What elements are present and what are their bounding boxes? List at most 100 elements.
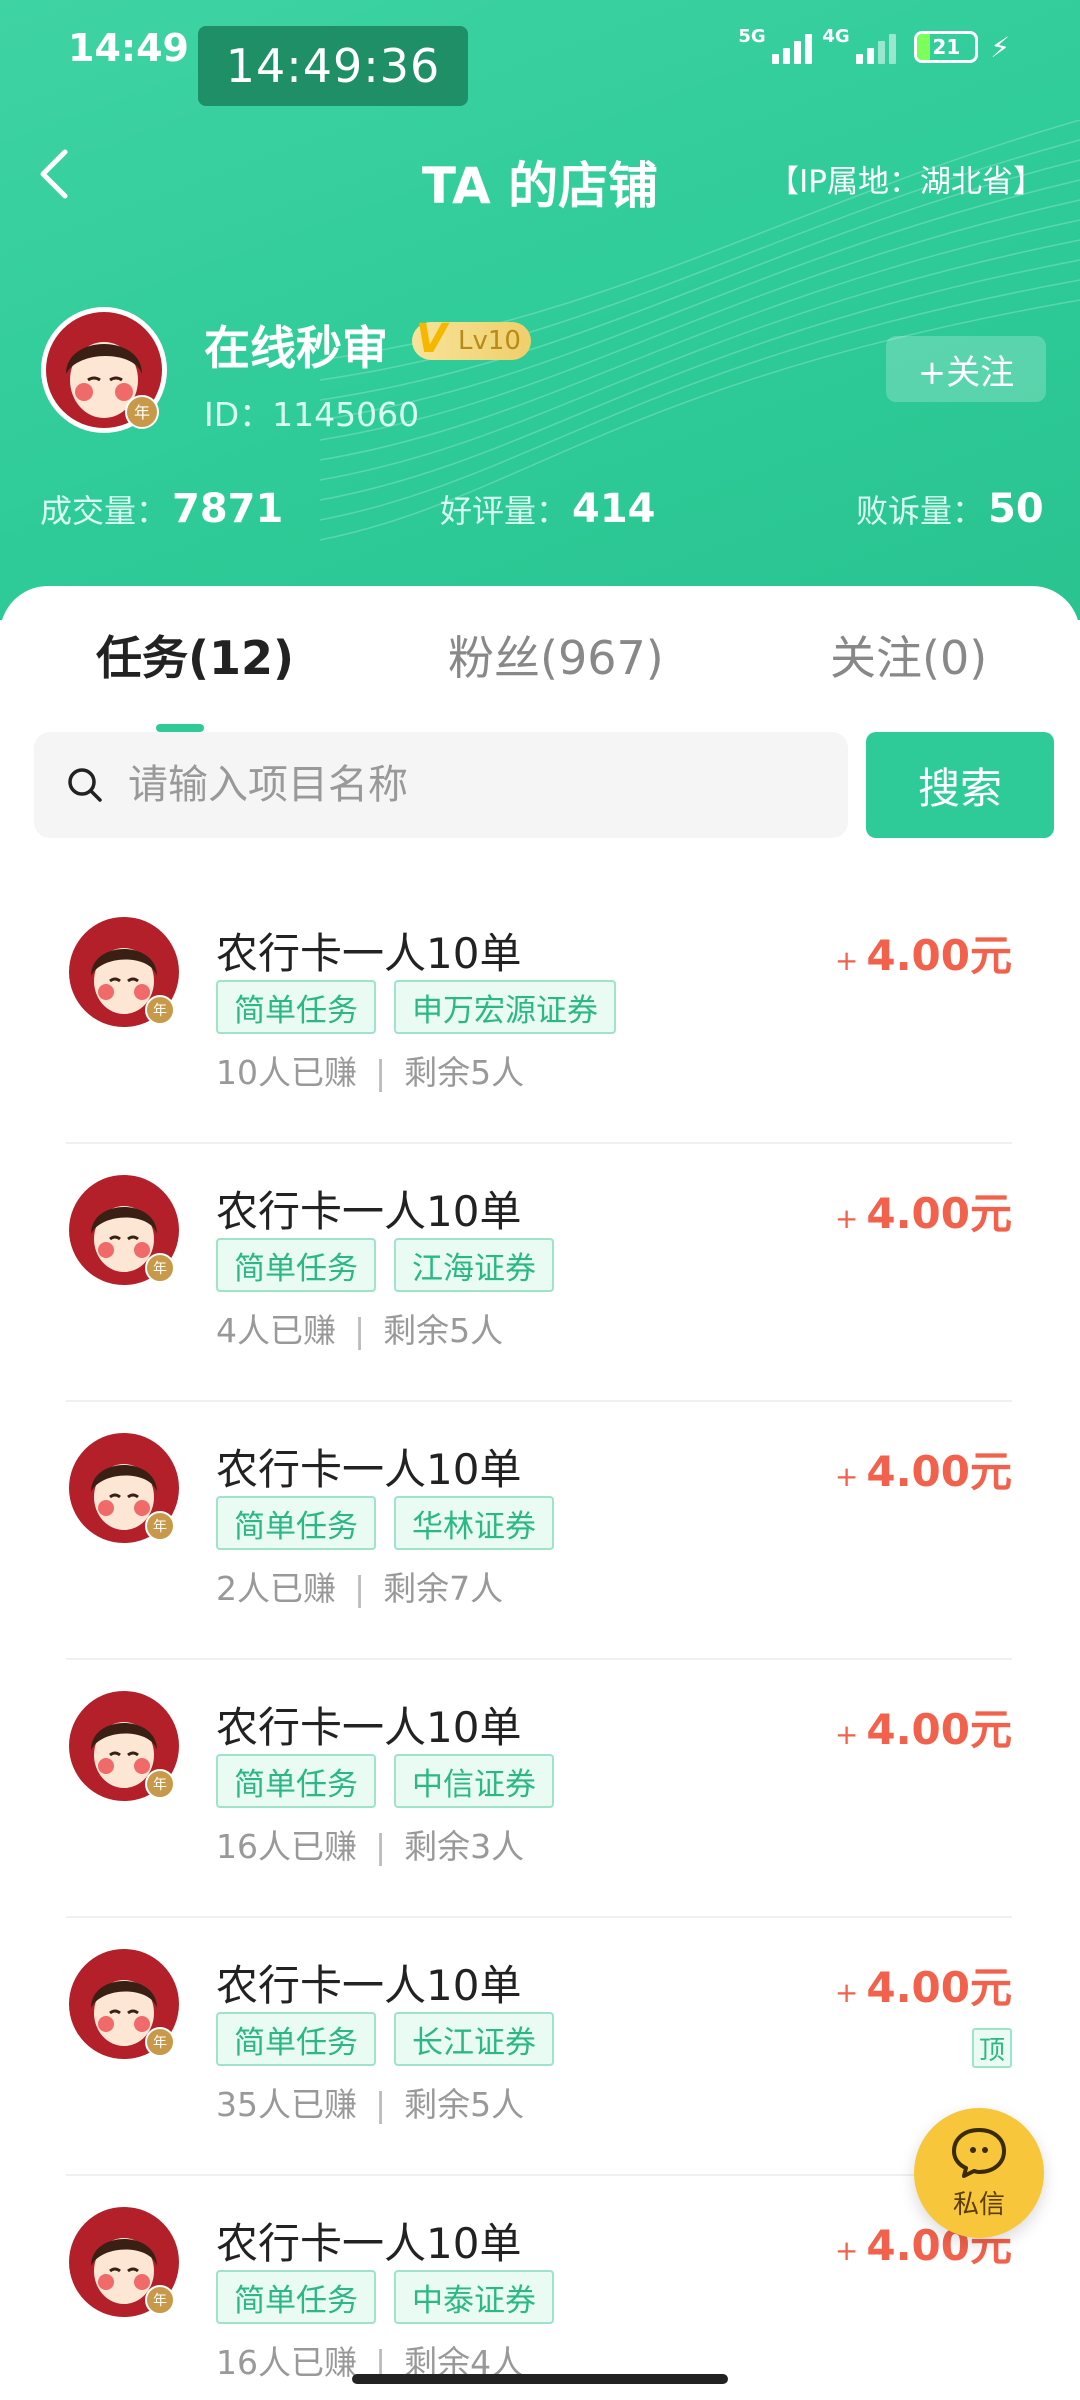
task-tag: 申万宏源证券	[394, 980, 616, 1034]
network-type-label: 4G	[822, 26, 850, 47]
follow-button[interactable]: +关注	[886, 336, 1046, 402]
task-title: 农行卡一人10单	[216, 1187, 522, 1236]
task-tag: 中泰证券	[394, 2270, 554, 2324]
task-tags: 简单任务 江海证券	[216, 1238, 554, 1292]
reward-amount: 4.00元	[866, 1705, 1012, 1754]
pinned-badge: 顶	[972, 2028, 1012, 2068]
task-meta: 10人已赚 | 剩余5人	[216, 1046, 524, 1094]
status-time: 14:49	[68, 26, 189, 70]
task-tag: 长江证券	[394, 2012, 554, 2066]
task-tags: 简单任务 中泰证券	[216, 2270, 554, 2324]
task-tag: 简单任务	[216, 2012, 376, 2066]
task-earned: 16人已赚	[216, 1827, 357, 1866]
task-earned: 2人已赚	[216, 1569, 336, 1608]
task-tags: 简单任务 中信证券	[216, 1754, 554, 1808]
meta-separator: |	[354, 1569, 366, 1608]
signal-5g-icon: 5G	[738, 26, 813, 64]
task-tag: 简单任务	[216, 1754, 376, 1808]
task-item[interactable]: 年 农行卡一人10单 简单任务 江海证券 4人已赚 | 剩余5人 +4.00元	[0, 1144, 1080, 1402]
battery-icon: 21	[914, 31, 979, 63]
reward-plus: +	[834, 2234, 859, 2267]
task-meta: 4人已赚 | 剩余5人	[216, 1304, 503, 1352]
avatar-badge-text: 年	[153, 1261, 167, 1277]
tab-following[interactable]: 关注(0)	[830, 622, 987, 688]
shop-header: 14:49 14:49:36 5G 4G 21 ⚡ TA 的店铺 【IP属地：湖…	[0, 0, 1080, 620]
task-tag: 江海证券	[394, 1238, 554, 1292]
search-box[interactable]	[34, 732, 848, 838]
reward-amount: 4.00元	[866, 1963, 1012, 2012]
meta-separator: |	[375, 1827, 387, 1866]
task-item[interactable]: 年 农行卡一人10单 简单任务 华林证券 2人已赚 | 剩余7人 +4.00元	[0, 1402, 1080, 1660]
search-input[interactable]	[128, 762, 808, 808]
task-earned: 35人已赚	[216, 2085, 357, 2124]
status-icons: 5G 4G 21 ⚡	[738, 26, 1010, 64]
task-item[interactable]: 年 农行卡一人10单 简单任务 长江证券 35人已赚 | 剩余5人 +4.00元 顶	[0, 1918, 1080, 2176]
chat-bubble-icon	[952, 2127, 1006, 2178]
task-earned: 4人已赚	[216, 1311, 336, 1350]
task-item[interactable]: 年 农行卡一人10单 简单任务 申万宏源证券 10人已赚 | 剩余5人 +4.00元	[0, 886, 1080, 1144]
task-earned: 16人已赚	[216, 2343, 357, 2382]
reward-amount: 4.00元	[866, 1447, 1012, 1496]
nav-bar: TA 的店铺 【IP属地：湖北省】	[0, 130, 1080, 220]
reward-plus: +	[834, 1202, 859, 1235]
avatar-badge-text: 年	[153, 1003, 167, 1019]
task-remaining: 剩余3人	[404, 1827, 525, 1866]
tab-fans[interactable]: 粉丝(967)	[448, 622, 664, 688]
task-remaining: 剩余7人	[383, 1569, 504, 1608]
task-avatar: 年	[69, 1433, 179, 1543]
avatar-badge-text: 年	[153, 2035, 167, 2051]
stat-value: 50	[988, 486, 1044, 532]
task-item[interactable]: 年 农行卡一人10单 简单任务 中泰证券 16人已赚 | 剩余4人 +4.00元	[0, 2176, 1080, 2400]
signal-4g-icon: 4G	[822, 26, 897, 64]
task-tag: 华林证券	[394, 1496, 554, 1550]
search-button[interactable]: 搜索	[866, 732, 1054, 838]
meta-separator: |	[375, 1053, 387, 1092]
level-text: Lv10	[458, 326, 521, 356]
task-meta: 2人已赚 | 剩余7人	[216, 1562, 503, 1610]
task-title: 农行卡一人10单	[216, 1703, 522, 1752]
task-title: 农行卡一人10单	[216, 1445, 522, 1494]
shop-profile: 年 在线秒审 V Lv10 ID：1145060 +关注	[0, 300, 1080, 440]
task-reward: +4.00元	[835, 1438, 1012, 1499]
task-avatar: 年	[69, 1175, 179, 1285]
meta-separator: |	[375, 2085, 387, 2124]
task-reward: +4.00元	[835, 1180, 1012, 1241]
task-reward: +4.00元	[835, 1696, 1012, 1757]
tab-tasks[interactable]: 任务(12)	[96, 622, 294, 688]
shop-avatar[interactable]: 年	[38, 304, 170, 436]
task-title: 农行卡一人10单	[216, 1961, 522, 2010]
content-card: 任务(12) 粉丝(967) 关注(0) 搜索	[0, 586, 1080, 2400]
task-remaining: 剩余5人	[383, 1311, 504, 1350]
task-tag: 简单任务	[216, 980, 376, 1034]
network-type-label: 5G	[738, 26, 766, 47]
private-message-label: 私信	[952, 2189, 1005, 2220]
task-tag: 简单任务	[216, 2270, 376, 2324]
avatar-badge-text: 年	[153, 1777, 167, 1793]
stat-label: 好评量：	[440, 492, 569, 530]
task-avatar: 年	[69, 917, 179, 1027]
active-tab-indicator	[156, 724, 204, 732]
avatar-badge-text: 年	[153, 2293, 167, 2309]
tab-bar: 任务(12) 粉丝(967) 关注(0)	[0, 616, 1080, 732]
task-tag: 简单任务	[216, 1496, 376, 1550]
charging-icon: ⚡	[990, 30, 1010, 64]
task-tags: 简单任务 华林证券	[216, 1496, 554, 1550]
home-indicator[interactable]	[352, 2374, 728, 2384]
vip-v-icon: V	[416, 316, 447, 362]
stat-value: 414	[572, 486, 656, 532]
shop-page: 14:49 14:49:36 5G 4G 21 ⚡ TA 的店铺 【IP属地：湖…	[0, 0, 1080, 2400]
meta-separator: |	[354, 1311, 366, 1350]
search-row: 搜索	[34, 732, 1054, 838]
avatar-badge-text: 年	[134, 403, 150, 422]
ip-location: 【IP属地：湖北省】	[768, 164, 1044, 200]
stat-good-reviews: 好评量： 414	[440, 486, 656, 532]
task-avatar: 年	[69, 1691, 179, 1801]
avatar-badge-text: 年	[153, 1519, 167, 1535]
reward-amount: 4.00元	[866, 931, 1012, 980]
task-meta: 35人已赚 | 剩余5人	[216, 2078, 524, 2126]
task-item[interactable]: 年 农行卡一人10单 简单任务 中信证券 16人已赚 | 剩余3人 +4.00元	[0, 1660, 1080, 1918]
reward-plus: +	[834, 1460, 859, 1493]
private-message-button[interactable]: 私信	[914, 2108, 1044, 2238]
task-reward: +4.00元	[835, 922, 1012, 983]
stat-value: 7871	[172, 486, 284, 532]
